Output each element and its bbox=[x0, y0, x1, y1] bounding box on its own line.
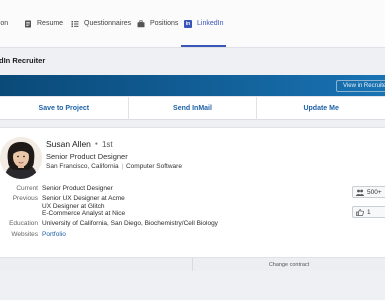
connections-count[interactable]: 500+ bbox=[352, 186, 385, 198]
previous-position: E-Commerce Analyst at Nice bbox=[42, 209, 126, 217]
update-me-button[interactable]: Update Me bbox=[256, 97, 385, 120]
education-entry: University of California, San Diego, Bio… bbox=[42, 220, 218, 228]
profile-card: Susan Allen ● 1st Senior Product Designe… bbox=[0, 127, 385, 271]
send-inmail-button[interactable]: Send InMail bbox=[127, 97, 257, 120]
tab-positions-label: Positions bbox=[150, 20, 179, 27]
detail-row-websites: Websites Portfolio bbox=[0, 231, 300, 238]
tab-education-label: ation bbox=[0, 20, 9, 27]
profile-industry: Computer Software bbox=[125, 163, 182, 170]
detail-label: Websites bbox=[11, 230, 38, 238]
detail-value: University of California, San Diego, Bio… bbox=[42, 220, 218, 227]
detail-row-current: Current Senior Product Designer bbox=[0, 185, 300, 192]
separator-dot: ● bbox=[94, 141, 98, 147]
profile-footer: Change contract bbox=[0, 257, 385, 271]
tab-resume-label: Resume bbox=[37, 20, 64, 27]
profile-photo bbox=[0, 137, 42, 179]
tab-education[interactable]: ation bbox=[0, 0, 8, 47]
save-to-project-button[interactable]: Save to Project bbox=[0, 97, 128, 120]
profile-location-row: San Francisco, California | Computer Sof… bbox=[46, 163, 182, 170]
change-contract-button[interactable]: Change contract bbox=[192, 258, 385, 271]
linkedin-banner: View in Recruiter bbox=[0, 75, 385, 96]
portfolio-link[interactable]: Portfolio bbox=[42, 231, 66, 238]
detail-value: Senior UX Designer at Acme UX Designer a… bbox=[42, 195, 125, 217]
profile-name[interactable]: Susan Allen bbox=[46, 139, 91, 149]
tab-positions[interactable]: Positions bbox=[137, 0, 178, 47]
tab-resume[interactable]: Resume bbox=[24, 0, 63, 47]
recruiter-actions: Save to Project Send InMail Update Me bbox=[0, 96, 385, 120]
thumbs-up-icon bbox=[356, 208, 364, 216]
briefcase-icon bbox=[137, 19, 145, 27]
previous-position: UX Designer at Glitch bbox=[42, 202, 105, 210]
current-position: Senior Product Designer bbox=[42, 185, 113, 192]
tab-bar: ation Resume Questionnaires Positions in… bbox=[0, 0, 385, 48]
resume-icon bbox=[25, 20, 31, 27]
detail-value: Portfolio bbox=[42, 231, 66, 238]
connection-degree: 1st bbox=[101, 139, 113, 149]
detail-row-education: Education University of California, San … bbox=[0, 220, 300, 227]
profile-location: San Francisco, California bbox=[46, 163, 119, 170]
tab-linkedin[interactable]: in LinkedIn bbox=[180, 0, 227, 47]
previous-position: Senior UX Designer at Acme bbox=[42, 195, 125, 203]
tab-questionnaires[interactable]: Questionnaires bbox=[71, 0, 131, 47]
separator: | bbox=[121, 163, 124, 170]
questionnaire-icon bbox=[71, 20, 79, 27]
linkedin-icon: in bbox=[184, 19, 192, 28]
connections-value: 500+ bbox=[367, 188, 382, 196]
detail-row-previous: Previous Senior UX Designer at Acme UX D… bbox=[0, 195, 300, 217]
footer-left bbox=[0, 258, 192, 271]
detail-label: Previous bbox=[12, 195, 38, 203]
recruiter-card: View in Recruiter Save to Project Send I… bbox=[0, 75, 385, 120]
detail-value: Senior Product Designer bbox=[42, 185, 113, 192]
profile-details: Current Senior Product Designer Previous… bbox=[0, 185, 300, 241]
detail-label: Education bbox=[9, 220, 38, 228]
detail-label: Current bbox=[16, 185, 38, 192]
tab-questionnaires-label: Questionnaires bbox=[84, 20, 132, 27]
recommendations-value: 1 bbox=[367, 208, 371, 216]
tab-linkedin-label: LinkedIn bbox=[197, 20, 224, 27]
recommendations-count[interactable]: 1 bbox=[352, 206, 385, 218]
profile-headline: Senior Product Designer bbox=[46, 152, 128, 161]
avatar bbox=[0, 137, 42, 179]
profile-name-row: Susan Allen ● 1st bbox=[46, 139, 113, 149]
view-in-recruiter-button[interactable]: View in Recruiter bbox=[336, 80, 385, 92]
section-title: dIn Recruiter bbox=[0, 56, 46, 65]
people-icon bbox=[356, 189, 364, 196]
